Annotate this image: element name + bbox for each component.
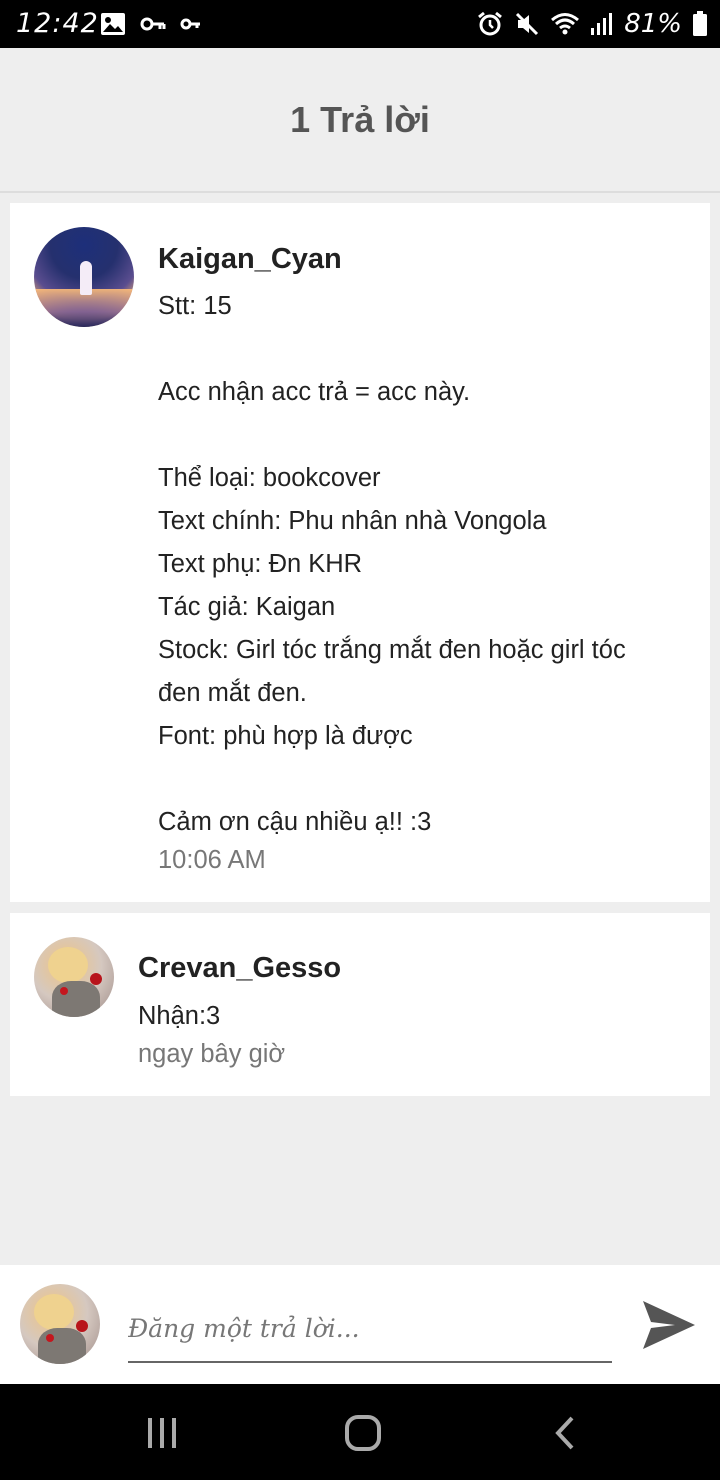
post-author-name[interactable]: Kaigan_Cyan — [158, 241, 342, 277]
recent-apps-button[interactable] — [137, 1408, 187, 1458]
page-title: 1 Trả lời — [290, 98, 430, 140]
back-button[interactable] — [540, 1408, 590, 1458]
avatar-hair — [48, 947, 88, 983]
avatar-hair — [34, 1294, 74, 1330]
current-user-avatar — [20, 1284, 100, 1364]
post-line — [158, 414, 698, 457]
recent-apps-icon — [148, 1418, 176, 1448]
send-icon — [643, 1301, 695, 1349]
post-line: Acc nhận acc trả = acc này. — [158, 378, 471, 406]
post-line: Thể loại: bookcover — [158, 464, 381, 492]
avatar-rose — [46, 1334, 54, 1342]
post-line: Stt: 15 — [158, 292, 232, 320]
battery-icon — [693, 11, 707, 36]
post-line: Cảm ơn cậu nhiều ạ!! :3 — [158, 808, 432, 836]
key-small-icon — [180, 18, 200, 30]
alarm-icon — [478, 11, 503, 36]
navigation-bar — [0, 1384, 720, 1480]
post-lines: Stt: 15 Acc nhận acc trả = acc này. Thể … — [158, 285, 698, 844]
send-button[interactable] — [636, 1295, 702, 1355]
reply-author-avatar[interactable] — [34, 937, 114, 1017]
back-icon — [555, 1416, 574, 1450]
home-button[interactable] — [338, 1408, 388, 1458]
reply-card: Crevan_Gesso Nhận:3 ngay bây giờ — [10, 913, 710, 1096]
avatar-rose — [90, 973, 102, 985]
avatar-body — [38, 1328, 86, 1364]
post-line: Tác giả: Kaigan — [158, 593, 336, 621]
app-header: 1 Trả lời — [0, 48, 720, 193]
status-system-icons: 81% — [466, 9, 708, 39]
reply-author-name[interactable]: Crevan_Gesso — [138, 950, 341, 986]
reply-timestamp: ngay bây giờ — [138, 1040, 286, 1068]
post-body: Stt: 15 Acc nhận acc trả = acc này. Thể … — [158, 285, 698, 844]
reply-text: Nhận:3 — [138, 1002, 221, 1030]
avatar-rose — [76, 1320, 88, 1332]
post-line — [158, 758, 698, 801]
image-icon — [101, 13, 125, 35]
avatar-figure — [80, 261, 92, 295]
key-icon — [140, 17, 166, 31]
reply-composer — [0, 1265, 720, 1384]
mute-icon — [516, 12, 539, 36]
avatar-rose — [60, 987, 68, 995]
post-timestamp: 10:06 AM — [158, 846, 266, 874]
post-line: Text chính: Phu nhân nhà Vongola — [158, 507, 547, 535]
wifi-icon — [551, 13, 580, 35]
post-line: Stock: Girl tóc trắng mắt đen hoặc girl … — [158, 636, 626, 664]
post-line: Text phụ: Đn KHR — [158, 550, 363, 578]
status-notification-icons — [100, 10, 216, 38]
author-avatar[interactable] — [34, 227, 134, 327]
reply-input[interactable] — [128, 1295, 612, 1363]
post-line — [158, 328, 698, 371]
post-line: đen mắt đen. — [158, 679, 307, 707]
status-bar: 12:42 81% — [0, 0, 720, 48]
home-icon — [345, 1415, 381, 1451]
post-line: Font: phù hợp là được — [158, 722, 413, 750]
battery-percentage: 81% — [624, 9, 682, 39]
post-card: Kaigan_Cyan Stt: 15 Acc nhận acc trả = a… — [10, 203, 710, 902]
status-time: 12:42 — [16, 8, 99, 39]
avatar-body — [52, 981, 100, 1017]
signal-icon — [591, 13, 613, 35]
